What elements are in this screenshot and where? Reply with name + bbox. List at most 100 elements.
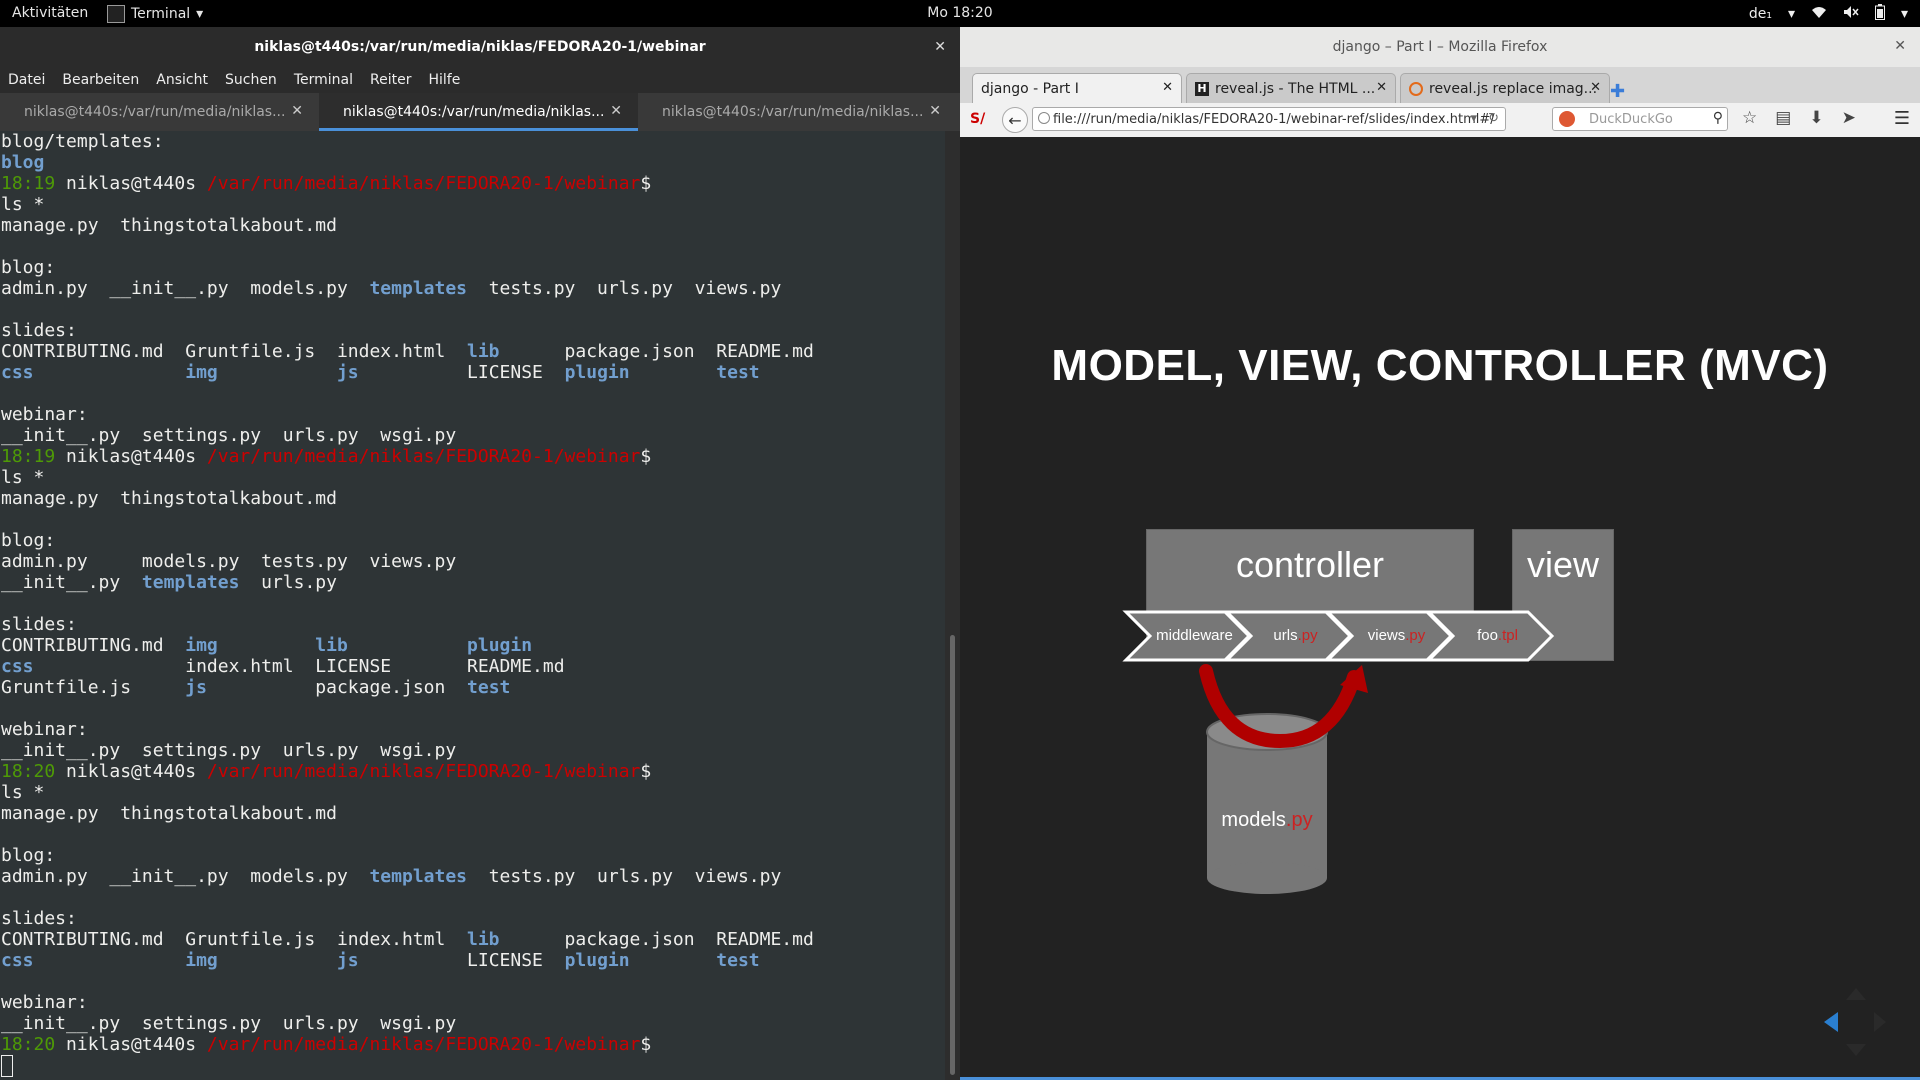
terminal-line: CONTRIBUTING.md img lib plugin	[1, 635, 533, 656]
clock[interactable]: Mo 18:20	[0, 5, 1920, 21]
text-cursor	[1, 1055, 13, 1077]
new-tab-button[interactable]: ✚	[1610, 81, 1625, 102]
terminal-line: CONTRIBUTING.md Gruntfile.js index.html …	[1, 929, 814, 950]
reveal-slide: MODEL, VIEW, CONTROLLER (MVC) controller…	[960, 137, 1920, 1080]
share-icon[interactable]: ➤	[1842, 108, 1856, 128]
addon-s-icon[interactable]: S/	[970, 111, 985, 127]
close-icon[interactable]: ✕	[934, 39, 946, 55]
terminal-line: ls *	[1, 782, 45, 803]
close-tab-icon[interactable]: ✕	[1376, 80, 1387, 95]
terminal-tab[interactable]: niklas@t440s:/var/run/media/niklas... ✕	[0, 93, 319, 131]
chevron-down-icon: ▾	[1900, 6, 1908, 22]
terminal-line: css img js LICENSE plugin test	[1, 950, 760, 971]
terminal-line: CONTRIBUTING.md Gruntfile.js index.html …	[1, 341, 814, 362]
firefox-window: django – Part I – Mozilla Firefox ✕ djan…	[960, 27, 1920, 1080]
terminal-line: admin.py models.py tests.py views.py	[1, 551, 457, 572]
terminal-line: css index.html LICENSE README.md	[1, 656, 565, 677]
duckduckgo-icon	[1559, 111, 1575, 127]
terminal-cursor-line[interactable]	[1, 1055, 946, 1078]
browser-tab[interactable]: Hreveal.js - The HTML ... ✕	[1186, 73, 1396, 103]
close-tab-icon[interactable]: ✕	[610, 103, 622, 119]
close-tab-icon[interactable]: ✕	[1590, 80, 1601, 95]
navigation-toolbar: S/ ← file:///run/media/niklas/FEDORA20-1…	[960, 103, 1920, 138]
slide-navigation-controls[interactable]	[1816, 982, 1896, 1062]
window-title: django – Part I – Mozilla Firefox	[1332, 39, 1548, 55]
firefox-titlebar[interactable]: django – Part I – Mozilla Firefox ✕	[960, 27, 1920, 67]
terminal-tab[interactable]: niklas@t440s:/var/run/media/niklas... ✕	[319, 93, 638, 131]
menu-item-suchen[interactable]: Suchen	[225, 72, 277, 88]
nav-left-icon	[1824, 1012, 1838, 1032]
menu-item-reiter[interactable]: Reiter	[370, 72, 411, 88]
terminal-line: 18:20 niklas@t440s /var/run/media/niklas…	[1, 761, 652, 782]
tab-label: reveal.js - The HTML ...	[1215, 80, 1376, 97]
keyboard-layout-indicator[interactable]: de₁	[1749, 6, 1772, 22]
menu-item-terminal[interactable]: Terminal	[294, 72, 353, 88]
terminal-line: manage.py thingstotalkabout.md	[1, 488, 337, 509]
browser-tab[interactable]: django - Part I ✕	[972, 73, 1182, 103]
volume-muted-icon	[1843, 5, 1859, 23]
wifi-icon	[1811, 5, 1827, 23]
terminal-line: __init__.py settings.py urls.py wsgi.py	[1, 1013, 457, 1034]
terminal-line: 18:20 niklas@t440s /var/run/media/niklas…	[1, 1034, 652, 1055]
toolbar-icons: ☆ ▤ ⬇ ➤	[1742, 108, 1856, 128]
terminal-tab[interactable]: niklas@t440s:/var/run/media/niklas... ✕	[638, 93, 957, 131]
menu-item-bearbeiten[interactable]: Bearbeiten	[62, 72, 139, 88]
terminal-line: manage.py thingstotalkabout.md	[1, 803, 337, 824]
step-label-urls: urls.py	[1273, 627, 1318, 644]
nav-up-icon	[1846, 988, 1866, 1000]
hamburger-menu-icon[interactable]: ☰	[1894, 108, 1910, 129]
close-icon[interactable]: ✕	[1894, 38, 1906, 54]
terminal-line: admin.py __init__.py models.py templates…	[1, 866, 782, 887]
system-tray[interactable]: de₁ ▾ ▾	[1749, 4, 1908, 24]
window-title: niklas@t440s:/var/run/media/niklas/FEDOR…	[254, 39, 706, 55]
battery-icon	[1874, 4, 1885, 24]
tab-label: reveal.js replace imag...	[1429, 80, 1598, 97]
terminal-window: niklas@t440s:/var/run/media/niklas/FEDOR…	[0, 27, 960, 1080]
search-placeholder: DuckDuckGo	[1589, 111, 1673, 127]
terminal-line: slides:	[1, 320, 77, 341]
scrollbar-thumb[interactable]	[950, 635, 955, 1075]
menu-item-datei[interactable]: Datei	[8, 72, 45, 88]
scrollbar[interactable]	[945, 131, 960, 1080]
chevron-down-icon[interactable]: ▾	[1470, 111, 1477, 126]
terminal-line: admin.py __init__.py models.py templates…	[1, 278, 782, 299]
menu-item-ansicht[interactable]: Ansicht	[156, 72, 208, 88]
terminal-line: blog	[1, 152, 45, 173]
globe-icon	[1038, 112, 1050, 124]
close-tab-icon[interactable]: ✕	[291, 103, 303, 119]
bookmark-star-icon[interactable]: ☆	[1742, 108, 1757, 128]
reading-list-icon[interactable]: ▤	[1775, 108, 1791, 128]
step-label-foo: foo.tpl	[1477, 627, 1518, 644]
close-tab-icon[interactable]: ✕	[929, 103, 941, 119]
reload-icon[interactable]: ↻	[1488, 111, 1499, 126]
terminal-line: webinar:	[1, 404, 88, 425]
h-favicon-icon: H	[1195, 81, 1209, 96]
terminal-line: blog:	[1, 845, 56, 866]
close-tab-icon[interactable]: ✕	[1162, 80, 1173, 95]
back-button[interactable]: ←	[1002, 107, 1028, 133]
terminal-line: __init__.py settings.py urls.py wsgi.py	[1, 740, 457, 761]
menu-item-hilfe[interactable]: Hilfe	[428, 72, 460, 88]
url-bar[interactable]: file:///run/media/niklas/FEDORA20-1/webi…	[1032, 107, 1506, 131]
browser-tab[interactable]: reveal.js replace imag... ✕	[1400, 73, 1610, 103]
terminal-output[interactable]: blog/templates: blog 18:19 niklas@t440s /v…	[0, 131, 946, 1080]
tab-label: niklas@t440s:/var/run/media/niklas...	[24, 104, 286, 120]
search-bar[interactable]: DuckDuckGo ⚲	[1552, 107, 1728, 131]
step-label-middleware: middleware	[1156, 627, 1233, 644]
terminal-line: Gruntfile.js js package.json test	[1, 677, 511, 698]
chevron-down-icon: ▾	[1787, 6, 1795, 22]
terminal-titlebar[interactable]: niklas@t440s:/var/run/media/niklas/FEDOR…	[0, 27, 960, 67]
tab-label: django - Part I	[981, 80, 1079, 97]
nav-down-icon	[1846, 1044, 1866, 1056]
search-icon[interactable]: ⚲	[1713, 110, 1723, 126]
download-icon[interactable]: ⬇	[1809, 108, 1823, 128]
terminal-line: blog/templates:	[1, 131, 164, 152]
nav-right-icon	[1874, 1012, 1886, 1032]
terminal-line: webinar:	[1, 992, 88, 1013]
